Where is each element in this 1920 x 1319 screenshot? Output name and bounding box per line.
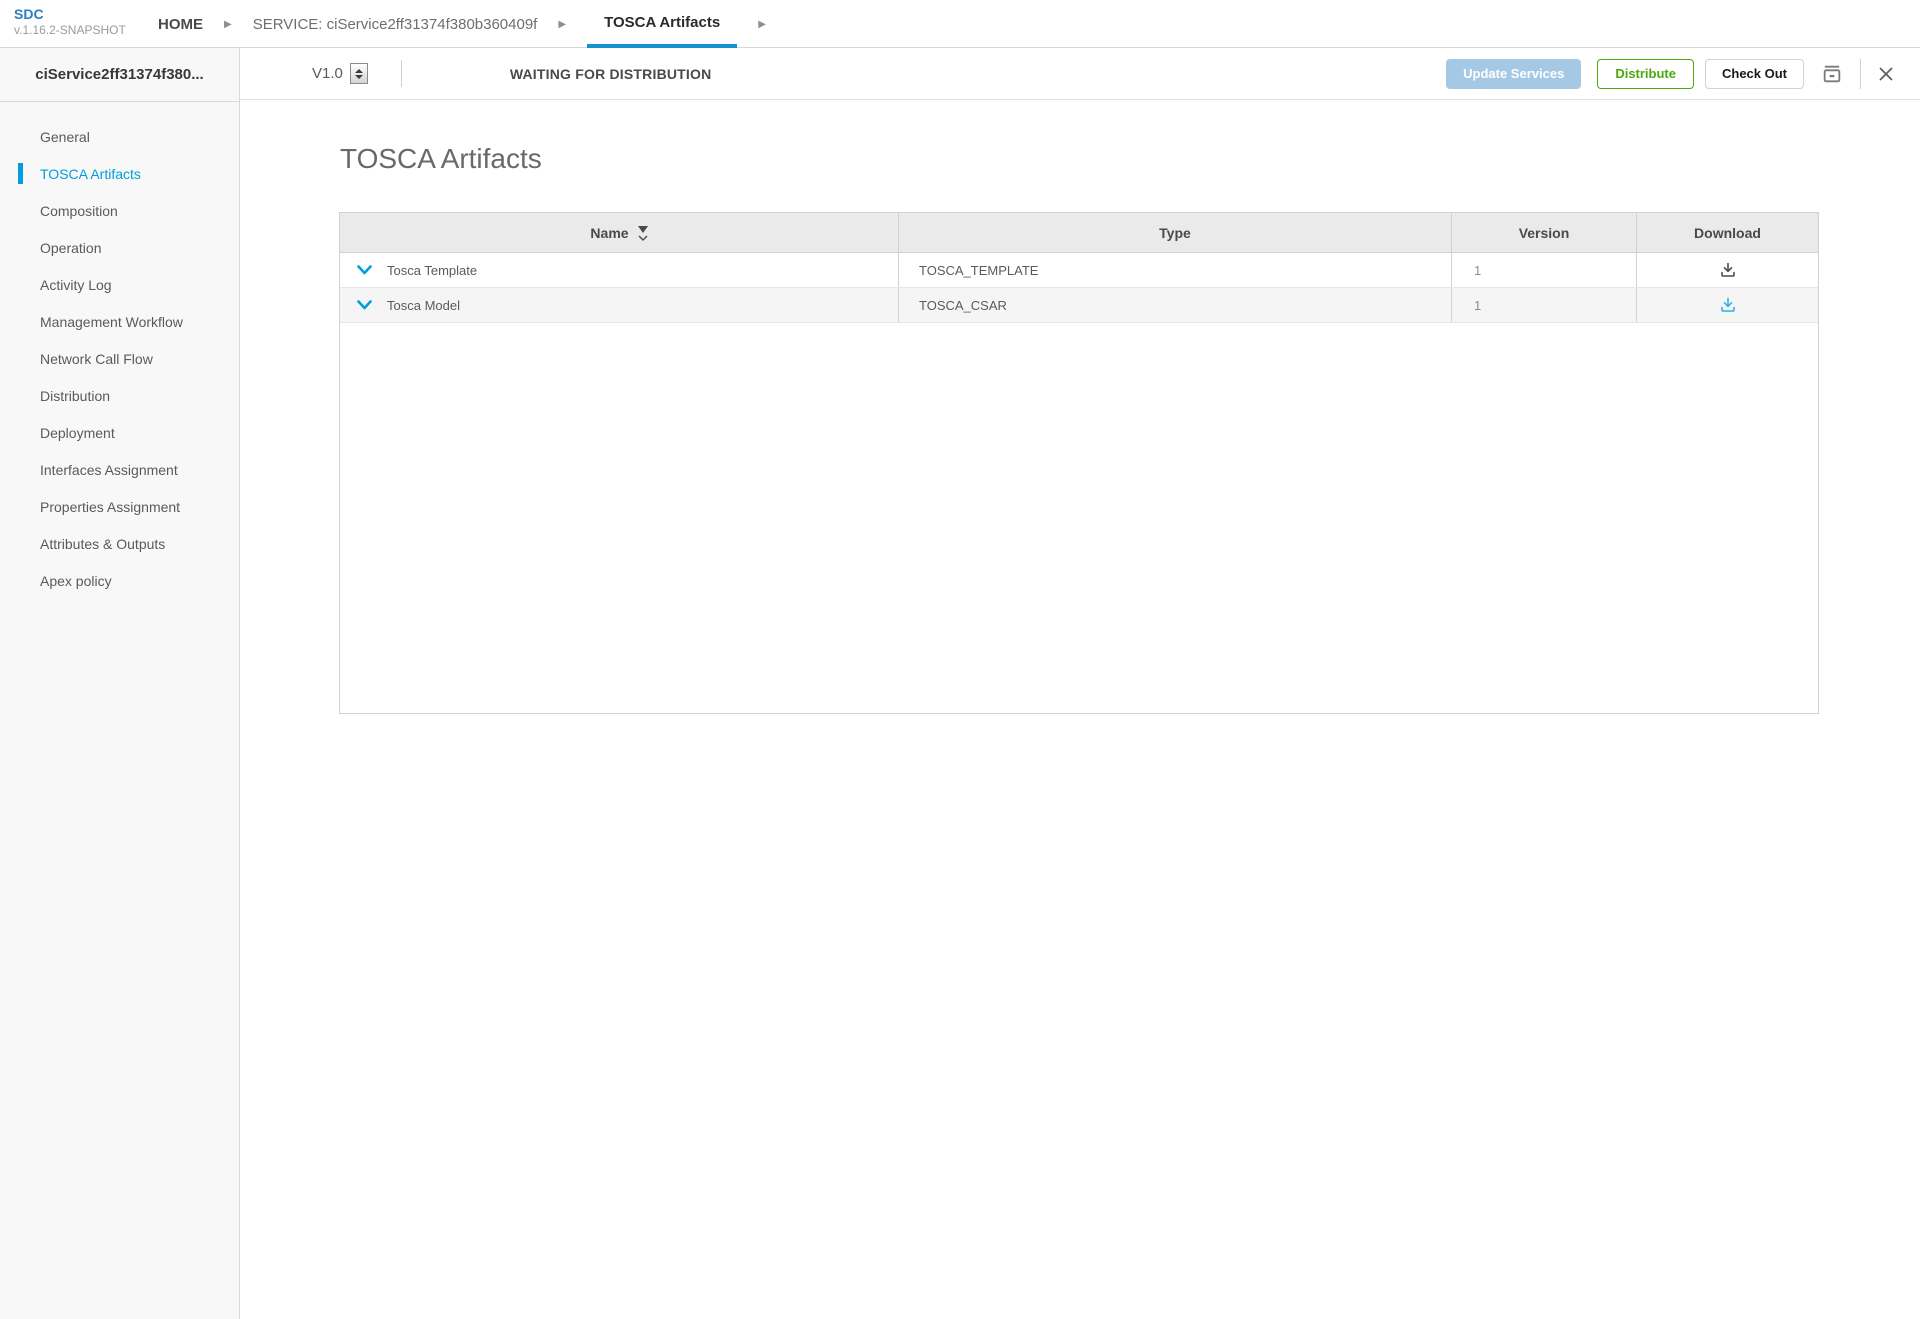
- workspace-toolbar: V1.0 WAITING FOR DISTRIBUTION Update Ser…: [240, 48, 1920, 100]
- table-row-tosca-template[interactable]: Tosca Template TOSCA_TEMPLATE 1: [340, 253, 1818, 288]
- spinner-up-icon: [355, 69, 363, 73]
- column-header-name[interactable]: Name: [340, 213, 898, 252]
- breadcrumb-service[interactable]: SERVICE: ciService2ff31374f380b360409f: [253, 0, 538, 48]
- sidebar-item-management-workflow[interactable]: Management Workflow: [0, 303, 239, 340]
- toolbar-actions: Update Services Distribute Check Out: [1446, 59, 1920, 89]
- sidebar-item-deployment[interactable]: Deployment: [0, 414, 239, 451]
- archive-button[interactable]: [1821, 63, 1843, 85]
- table-row-tosca-model[interactable]: Tosca Model TOSCA_CSAR 1: [340, 288, 1818, 323]
- sidebar-item-apex-policy[interactable]: Apex policy: [0, 562, 239, 599]
- breadcrumb-arrow-icon: ▶: [224, 19, 232, 30]
- update-services-button[interactable]: Update Services: [1446, 59, 1581, 89]
- sidebar-item-general[interactable]: General: [0, 118, 239, 155]
- table-header-row: Name Type Version Download: [340, 213, 1818, 253]
- sidebar-item-tosca-artifacts[interactable]: TOSCA Artifacts: [0, 155, 239, 192]
- sidebar-item-properties-assignment[interactable]: Properties Assignment: [0, 488, 239, 525]
- close-icon: [1878, 66, 1894, 82]
- artifact-type-cell: TOSCA_CSAR: [898, 288, 1451, 322]
- toolbar-divider: [1860, 59, 1861, 89]
- app-logo-name: SDC: [14, 7, 126, 21]
- breadcrumb-home[interactable]: HOME: [158, 0, 203, 48]
- sidebar-menu: General TOSCA Artifacts Composition Oper…: [0, 102, 239, 599]
- version-label: V1.0: [312, 65, 343, 82]
- column-header-name-label: Name: [590, 225, 628, 241]
- sidebar-item-distribution[interactable]: Distribution: [0, 377, 239, 414]
- app-logo[interactable]: SDC v.1.16.2-SNAPSHOT: [14, 7, 126, 36]
- artifact-download-cell: [1636, 288, 1818, 322]
- sidebar-item-activity-log[interactable]: Activity Log: [0, 266, 239, 303]
- column-header-version[interactable]: Version: [1451, 213, 1636, 252]
- active-item-indicator: [18, 163, 23, 184]
- sidebar-item-interfaces-assignment[interactable]: Interfaces Assignment: [0, 451, 239, 488]
- top-header: SDC v.1.16.2-SNAPSHOT HOME ▶ SERVICE: ci…: [0, 0, 1920, 48]
- sidebar-item-network-call-flow[interactable]: Network Call Flow: [0, 340, 239, 377]
- page-title: TOSCA Artifacts: [340, 143, 542, 175]
- artifact-name-cell: Tosca Model: [340, 288, 898, 322]
- sidebar-item-label: TOSCA Artifacts: [40, 166, 141, 182]
- main-content: TOSCA Artifacts Name Type Version Downlo…: [240, 101, 1920, 1319]
- artifact-download-cell: [1636, 253, 1818, 287]
- expand-chevron-down-icon[interactable]: [357, 300, 372, 310]
- artifact-name-cell: Tosca Template: [340, 253, 898, 287]
- check-out-button[interactable]: Check Out: [1705, 59, 1804, 89]
- download-icon[interactable]: [1720, 262, 1736, 278]
- breadcrumb: HOME ▶ SERVICE: ciService2ff31374f380b36…: [158, 0, 787, 48]
- breadcrumb-tosca-artifacts[interactable]: TOSCA Artifacts: [587, 0, 737, 48]
- left-sidebar: ciService2ff31374f380... General TOSCA A…: [0, 48, 240, 1319]
- breadcrumb-arrow-icon: ▶: [558, 19, 566, 30]
- column-header-type[interactable]: Type: [898, 213, 1451, 252]
- sidebar-item-composition[interactable]: Composition: [0, 192, 239, 229]
- archive-icon: [1821, 63, 1843, 85]
- app-version: v.1.16.2-SNAPSHOT: [14, 24, 126, 36]
- version-selector[interactable]: V1.0: [312, 63, 368, 84]
- breadcrumb-arrow-icon: ▶: [758, 19, 766, 30]
- download-icon[interactable]: [1720, 297, 1736, 313]
- spinner-down-icon: [355, 75, 363, 79]
- distribute-button[interactable]: Distribute: [1597, 59, 1694, 89]
- close-button[interactable]: [1878, 66, 1894, 82]
- column-header-download[interactable]: Download: [1636, 213, 1818, 252]
- artifact-name: Tosca Model: [387, 298, 460, 313]
- sidebar-item-operation[interactable]: Operation: [0, 229, 239, 266]
- sort-icon: [638, 226, 648, 241]
- expand-chevron-down-icon[interactable]: [357, 265, 372, 275]
- sidebar-item-attributes-outputs[interactable]: Attributes & Outputs: [0, 525, 239, 562]
- toolbar-divider: [401, 60, 402, 87]
- artifact-version-cell: 1: [1451, 253, 1636, 287]
- artifact-version-cell: 1: [1451, 288, 1636, 322]
- artifact-type-cell: TOSCA_TEMPLATE: [898, 253, 1451, 287]
- service-name-title: ciService2ff31374f380...: [0, 48, 239, 102]
- lifecycle-status-text: WAITING FOR DISTRIBUTION: [510, 66, 712, 82]
- tosca-artifacts-table: Name Type Version Download Tosca: [339, 212, 1819, 714]
- version-spinner[interactable]: [350, 63, 368, 84]
- artifact-name: Tosca Template: [387, 263, 477, 278]
